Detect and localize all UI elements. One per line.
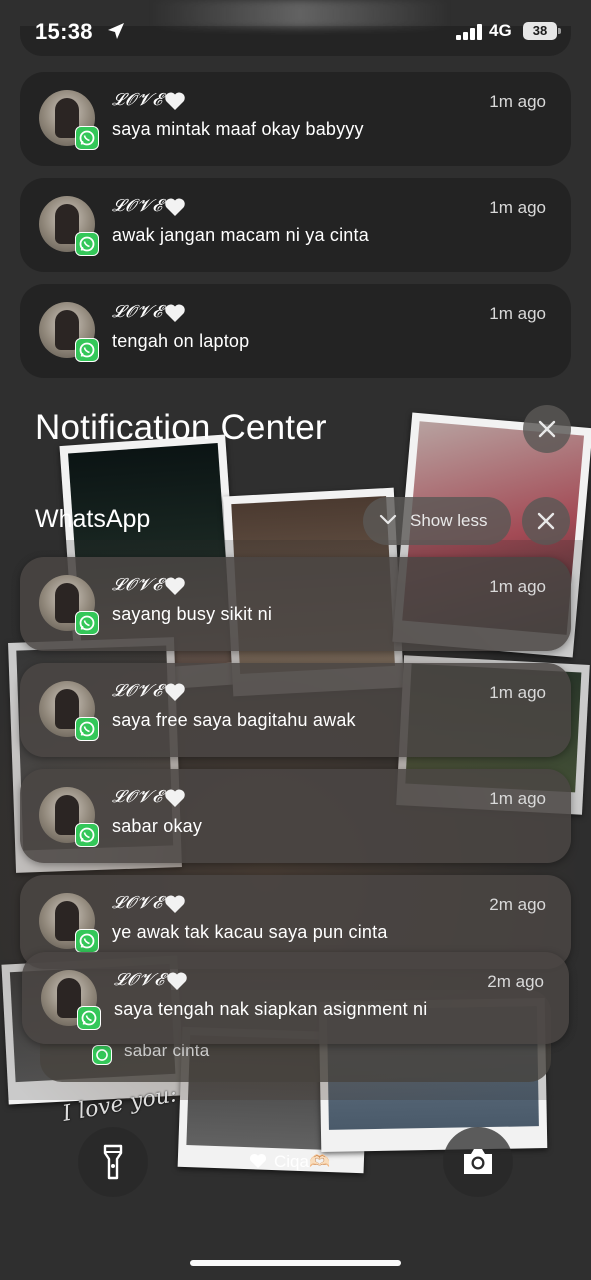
chevron-down-icon [379,514,397,525]
show-less-label: Show less [410,511,488,530]
notification-time: 2m ago [489,895,546,914]
camera-icon [464,1149,492,1174]
white-heart-icon [165,683,185,701]
whatsapp-icon [75,929,99,953]
status-bar: 15:38 4G 38 [0,0,591,64]
clear-all-button[interactable] [523,405,571,453]
notification-time: 1m ago [489,198,546,217]
white-heart-icon [165,895,185,913]
whatsapp-icon [75,126,99,150]
notification-card[interactable]: 𝓛𝓞𝓥𝓔 1m ago sayang busy sikit ni [20,557,571,651]
notification-message: sabar okay [112,816,203,836]
notification-message: saya free saya bagitahu awak [112,710,356,730]
flashlight-button[interactable] [78,1127,148,1197]
notification-time: 1m ago [489,577,546,596]
notification-sender: 𝓛𝓞𝓥𝓔 [114,970,165,990]
notification-time: 1m ago [489,92,546,111]
white-heart-icon [165,198,185,216]
notification-message: sayang busy sikit ni [112,604,273,624]
owner-label: Ciqa🫶🏻 [274,1152,331,1171]
white-heart-icon [249,1153,267,1168]
clear-group-button[interactable] [522,497,570,545]
location-arrow-icon [108,23,124,39]
notification-message: sabar cinta [124,1041,210,1060]
notification-sender: 𝓛𝓞𝓥𝓔 [112,302,163,322]
whatsapp-icon [75,823,99,847]
notification-sender: 𝓛𝓞𝓥𝓔 [112,90,163,110]
white-heart-icon [165,92,185,110]
notification-time: 1m ago [489,683,546,702]
close-icon [537,512,555,530]
whatsapp-icon [77,1006,101,1030]
network-type: 4G [489,21,512,40]
clock: 15:38 [35,19,93,44]
notification-message: tengah on laptop [112,331,250,351]
notification-message: saya mintak maaf okay babyyy [112,119,364,139]
white-heart-icon [165,577,185,595]
white-heart-icon [165,789,185,807]
whatsapp-icon [75,338,99,362]
notification-time: 1m ago [489,789,546,808]
notification-card[interactable]: 𝓛𝓞𝓥𝓔 1m ago tengah on laptop [20,284,571,378]
notification-card[interactable]: 𝓛𝓞𝓥𝓔 2m ago saya tengah nak siapkan asig… [22,952,569,1044]
notification-card[interactable]: 𝓛𝓞𝓥𝓔 1m ago saya free saya bagitahu awak [20,663,571,757]
notification-sender: 𝓛𝓞𝓥𝓔 [112,787,163,807]
battery-icon: 38 [523,22,561,40]
notification-time: 2m ago [487,972,544,991]
white-heart-icon [167,972,187,990]
lock-screen-owner: Ciqa🫶🏻 [249,1151,330,1173]
notification-message: saya tengah nak siapkan asignment ni [114,999,428,1019]
notification-card[interactable]: 𝓛𝓞𝓥𝓔 1m ago awak jangan macam ni ya cint… [20,178,571,272]
camera-button[interactable] [443,1127,513,1197]
home-indicator[interactable] [190,1260,401,1266]
notification-time: 1m ago [489,304,546,323]
white-heart-icon [165,304,185,322]
flashlight-icon [103,1144,123,1180]
notification-sender: 𝓛𝓞𝓥𝓔 [112,196,163,216]
notification-sender: 𝓛𝓞𝓥𝓔 [112,575,163,595]
whatsapp-icon [75,232,99,256]
app-group-title: WhatsApp [35,505,151,533]
notification-center-title: Notification Center [35,408,327,447]
show-less-button[interactable]: Show less [363,497,511,545]
notification-card[interactable]: 𝓛𝓞𝓥𝓔 1m ago saya mintak maaf okay babyyy [20,72,571,166]
whatsapp-icon [75,611,99,635]
notification-message: awak jangan macam ni ya cinta [112,225,369,245]
cellular-signal-icon [456,24,482,40]
notification-sender: 𝓛𝓞𝓥𝓔 [112,681,163,701]
whatsapp-icon [75,717,99,741]
whatsapp-icon [92,1045,112,1065]
notification-message: ye awak tak kacau saya pun cinta [112,922,388,942]
notification-sender: 𝓛𝓞𝓥𝓔 [112,893,163,913]
notification-card[interactable]: 𝓛𝓞𝓥𝓔 1m ago sabar okay [20,769,571,863]
close-icon [538,420,556,438]
